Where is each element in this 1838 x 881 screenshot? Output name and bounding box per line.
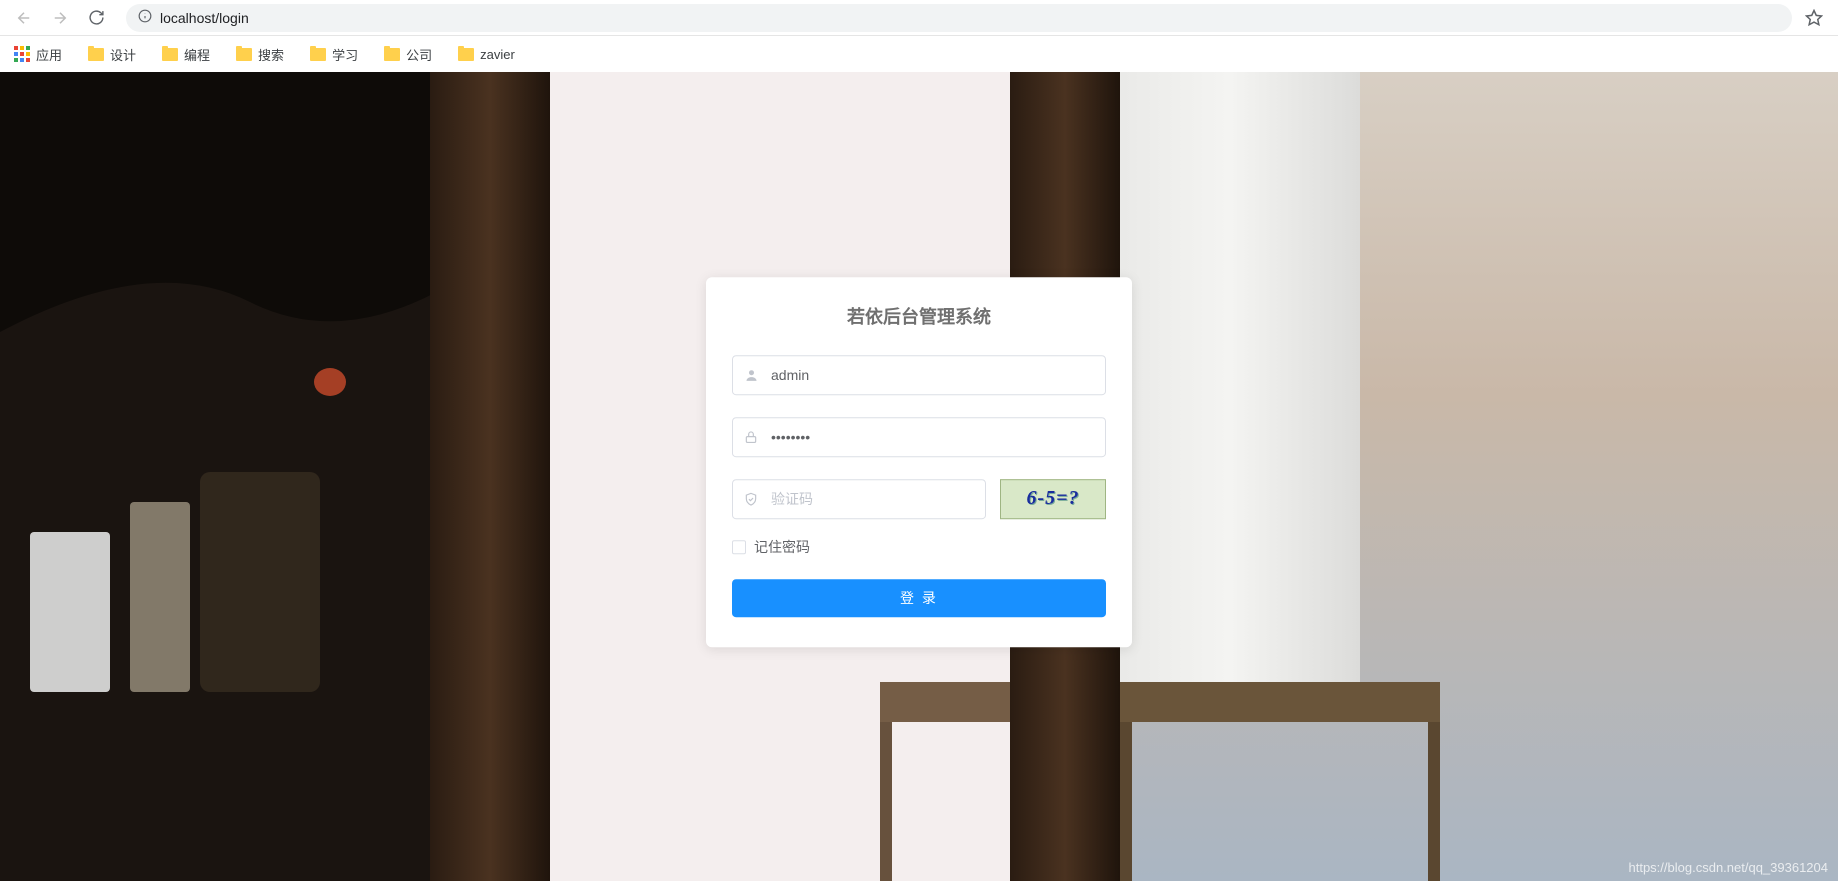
apps-grid-icon	[14, 46, 30, 62]
bookmark-folder[interactable]: 设计	[84, 41, 140, 68]
bookmark-star-button[interactable]	[1800, 4, 1828, 32]
nav-back-button[interactable]	[10, 4, 38, 32]
bookmark-label: 搜索	[258, 45, 284, 64]
remember-row: 记住密码	[732, 537, 1106, 557]
login-submit-button[interactable]: 登 录	[732, 579, 1106, 617]
bookmark-folder[interactable]: 学习	[306, 41, 362, 68]
login-card: 若依后台管理系统 6-5=? 记住密码	[706, 277, 1132, 647]
bookmark-label: zavier	[480, 47, 515, 62]
bookmark-label: 编程	[184, 45, 210, 64]
folder-icon	[384, 48, 400, 61]
watermark-text: https://blog.csdn.net/qq_39361204	[1629, 860, 1829, 875]
bookmark-label: 学习	[332, 45, 358, 64]
browser-toolbar: localhost/login	[0, 0, 1838, 36]
password-row	[732, 417, 1106, 457]
user-icon	[744, 367, 759, 382]
page-background: 若依后台管理系统 6-5=? 记住密码	[0, 72, 1838, 881]
bookmarks-bar: 应用 设计 编程 搜索 学习 公司 zavier	[0, 36, 1838, 72]
nav-forward-button[interactable]	[46, 4, 74, 32]
site-info-icon[interactable]	[138, 9, 152, 26]
address-bar[interactable]: localhost/login	[126, 4, 1792, 32]
captcha-input-wrap	[732, 479, 986, 519]
bookmark-label: 设计	[110, 45, 136, 64]
username-input[interactable]	[732, 355, 1106, 395]
shield-check-icon	[744, 492, 758, 506]
bookmark-label: 应用	[36, 45, 62, 64]
password-input[interactable]	[732, 417, 1106, 457]
bookmark-folder[interactable]: 公司	[380, 41, 436, 68]
folder-icon	[162, 48, 178, 61]
lock-icon	[744, 430, 758, 444]
bookmark-folder[interactable]: 编程	[158, 41, 214, 68]
bookmark-apps[interactable]: 应用	[10, 41, 66, 68]
captcha-input[interactable]	[732, 479, 986, 519]
username-row	[732, 355, 1106, 395]
login-title: 若依后台管理系统	[732, 303, 1106, 329]
captcha-row: 6-5=?	[732, 479, 1106, 519]
nav-reload-button[interactable]	[82, 4, 110, 32]
bookmark-folder[interactable]: 搜索	[232, 41, 288, 68]
remember-label: 记住密码	[754, 537, 810, 557]
remember-checkbox[interactable]	[732, 540, 746, 554]
folder-icon	[88, 48, 104, 61]
captcha-image[interactable]: 6-5=?	[1000, 479, 1106, 519]
folder-icon	[458, 48, 474, 61]
folder-icon	[310, 48, 326, 61]
folder-icon	[236, 48, 252, 61]
address-url: localhost/login	[160, 10, 249, 26]
bookmark-folder[interactable]: zavier	[454, 43, 519, 66]
bookmark-label: 公司	[406, 45, 432, 64]
